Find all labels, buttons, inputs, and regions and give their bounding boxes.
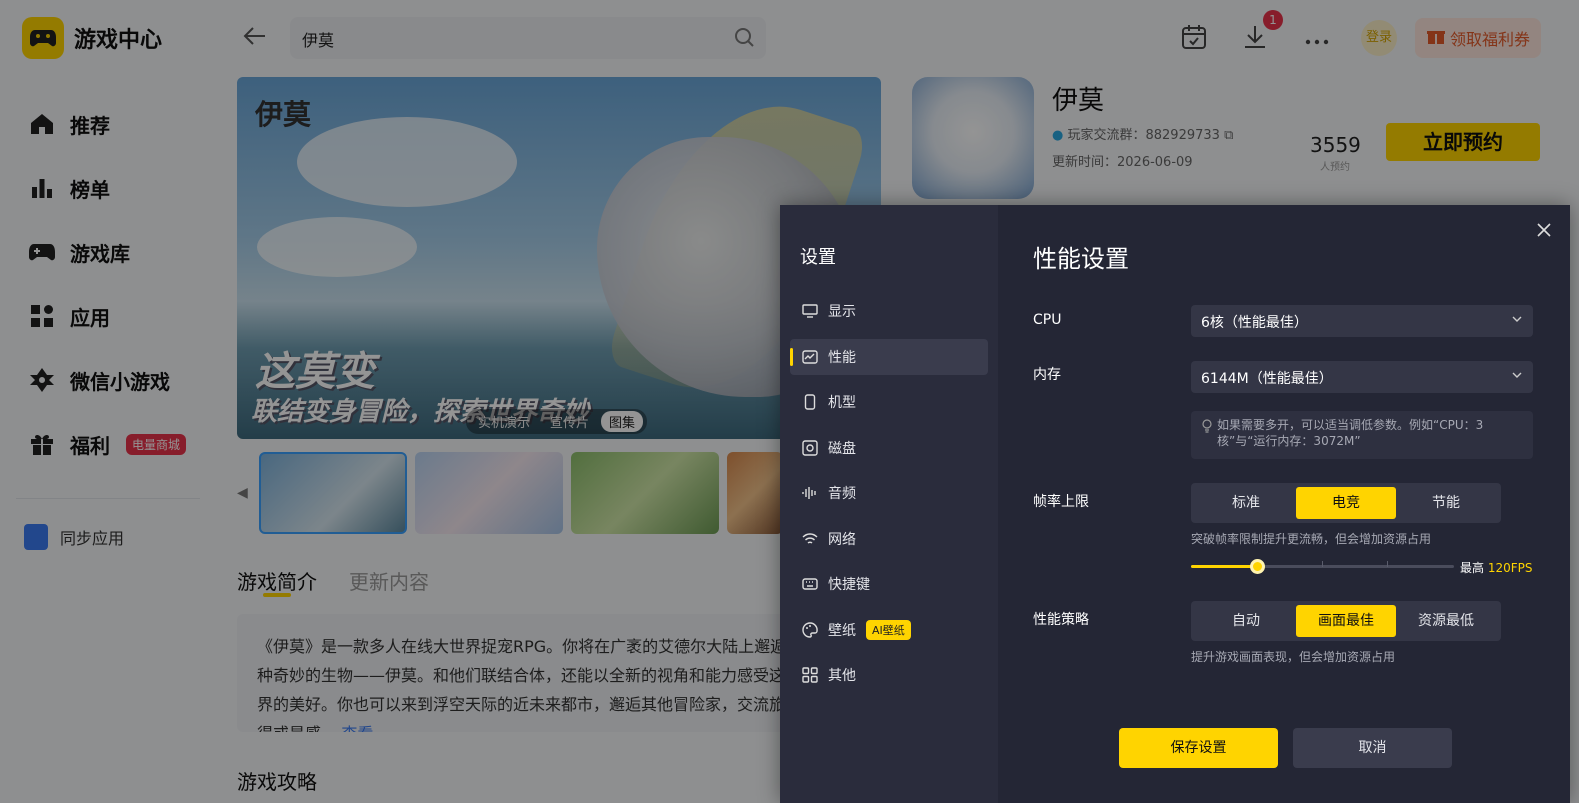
- chevron-down-icon: [1511, 313, 1523, 329]
- memory-label: 内存: [1033, 367, 1061, 383]
- frame-rate-option-power-saving[interactable]: 节能: [1396, 487, 1496, 519]
- frame-rate-note: 突破帧率限制提升更流畅，但会增加资源占用: [1191, 532, 1432, 546]
- settings-menu-label: 快捷键: [828, 577, 870, 593]
- memory-select-value: 6144M（性能最佳）: [1201, 371, 1333, 387]
- fps-max-label: 最高: [1460, 561, 1485, 575]
- settings-menu-label: 音频: [828, 486, 856, 502]
- wifi-icon: [802, 531, 818, 547]
- settings-dialog: 设置 显示 性能 机型 磁盘 音频 网络 快捷键 壁纸 AI壁纸 其他 性能设置…: [780, 205, 1570, 803]
- phone-icon: [802, 394, 818, 410]
- settings-menu-label: 网络: [828, 531, 856, 548]
- disk-icon: [802, 439, 818, 456]
- strategy-option-auto[interactable]: 自动: [1196, 605, 1296, 637]
- settings-menu-label: 磁盘: [828, 440, 856, 457]
- settings-menu-label: 壁纸: [828, 622, 856, 639]
- settings-menu-shortcuts[interactable]: 快捷键: [790, 566, 988, 602]
- ai-wallpaper-badge: AI壁纸: [866, 619, 911, 640]
- cancel-button[interactable]: 取消: [1293, 728, 1452, 768]
- fps-slider[interactable]: [1191, 559, 1454, 574]
- settings-menu-device-model[interactable]: 机型: [790, 384, 988, 420]
- lightbulb-icon: [1201, 419, 1213, 437]
- settings-menu-audio[interactable]: 音频: [790, 475, 988, 511]
- settings-menu-other[interactable]: 其他: [790, 657, 988, 693]
- strategy-label: 性能策略: [1033, 612, 1089, 628]
- keyboard-icon: [802, 576, 818, 592]
- close-icon[interactable]: [1536, 219, 1556, 239]
- settings-menu-label: 机型: [828, 395, 856, 411]
- settings-menu-label: 性能: [828, 349, 856, 366]
- strategy-note: 提升游戏画面表现，但会增加资源占用: [1191, 650, 1396, 664]
- strategy-option-best-visual[interactable]: 画面最佳: [1296, 605, 1396, 637]
- settings-menu-network[interactable]: 网络: [790, 521, 988, 557]
- fps-slider-fill: [1191, 565, 1257, 568]
- frame-rate-option-standard[interactable]: 标准: [1196, 487, 1296, 519]
- settings-title: 设置: [800, 247, 836, 268]
- settings-sidebar: 设置 显示 性能 机型 磁盘 音频 网络 快捷键 壁纸 AI壁纸 其他: [780, 205, 998, 803]
- grid-icon: [802, 667, 818, 683]
- multi-instance-hint: 如果需要多开，可以适当调低参数。例如“CPU：3核”与“运行内存：3072M”: [1191, 411, 1533, 459]
- fps-slider-tick: [1322, 561, 1323, 567]
- fps-max-value: 120FPS: [1487, 561, 1533, 575]
- monitor-icon: [802, 303, 818, 319]
- cpu-label: CPU: [1033, 312, 1062, 328]
- palette-icon: [802, 621, 818, 638]
- strategy-selector: 自动 画面最佳 资源最低: [1191, 601, 1501, 641]
- frame-rate-label: 帧率上限: [1033, 494, 1089, 510]
- memory-select[interactable]: 6144M（性能最佳）: [1191, 361, 1533, 393]
- settings-menu-display[interactable]: 显示: [790, 293, 988, 329]
- settings-menu-performance[interactable]: 性能: [790, 338, 988, 375]
- fps-slider-handle[interactable]: [1249, 559, 1265, 574]
- settings-menu-disk[interactable]: 磁盘: [790, 430, 988, 466]
- fps-max-readout: 最高 120FPS: [1460, 559, 1533, 576]
- performance-icon: [802, 349, 818, 365]
- cpu-select-value: 6核（性能最佳）: [1201, 315, 1308, 331]
- frame-rate-option-esports[interactable]: 电竞: [1296, 487, 1396, 519]
- fps-slider-tick: [1387, 561, 1388, 567]
- audio-icon: [802, 485, 818, 501]
- settings-menu: 显示 性能 机型 磁盘 音频 网络 快捷键 壁纸 AI壁纸 其他: [790, 293, 988, 703]
- save-settings-button[interactable]: 保存设置: [1119, 728, 1278, 768]
- chevron-down-icon: [1511, 369, 1523, 385]
- multi-instance-hint-text: 如果需要多开，可以适当调低参数。例如“CPU：3核”与“运行内存：3072M”: [1217, 418, 1484, 448]
- performance-settings-title: 性能设置: [1033, 245, 1129, 273]
- frame-rate-selector: 标准 电竞 节能: [1191, 483, 1501, 523]
- settings-menu-label: 显示: [828, 304, 856, 320]
- cpu-select[interactable]: 6核（性能最佳）: [1191, 305, 1533, 337]
- settings-menu-label: 其他: [828, 668, 856, 684]
- settings-menu-wallpaper[interactable]: 壁纸 AI壁纸: [790, 612, 988, 648]
- strategy-option-lowest-resource[interactable]: 资源最低: [1396, 605, 1496, 637]
